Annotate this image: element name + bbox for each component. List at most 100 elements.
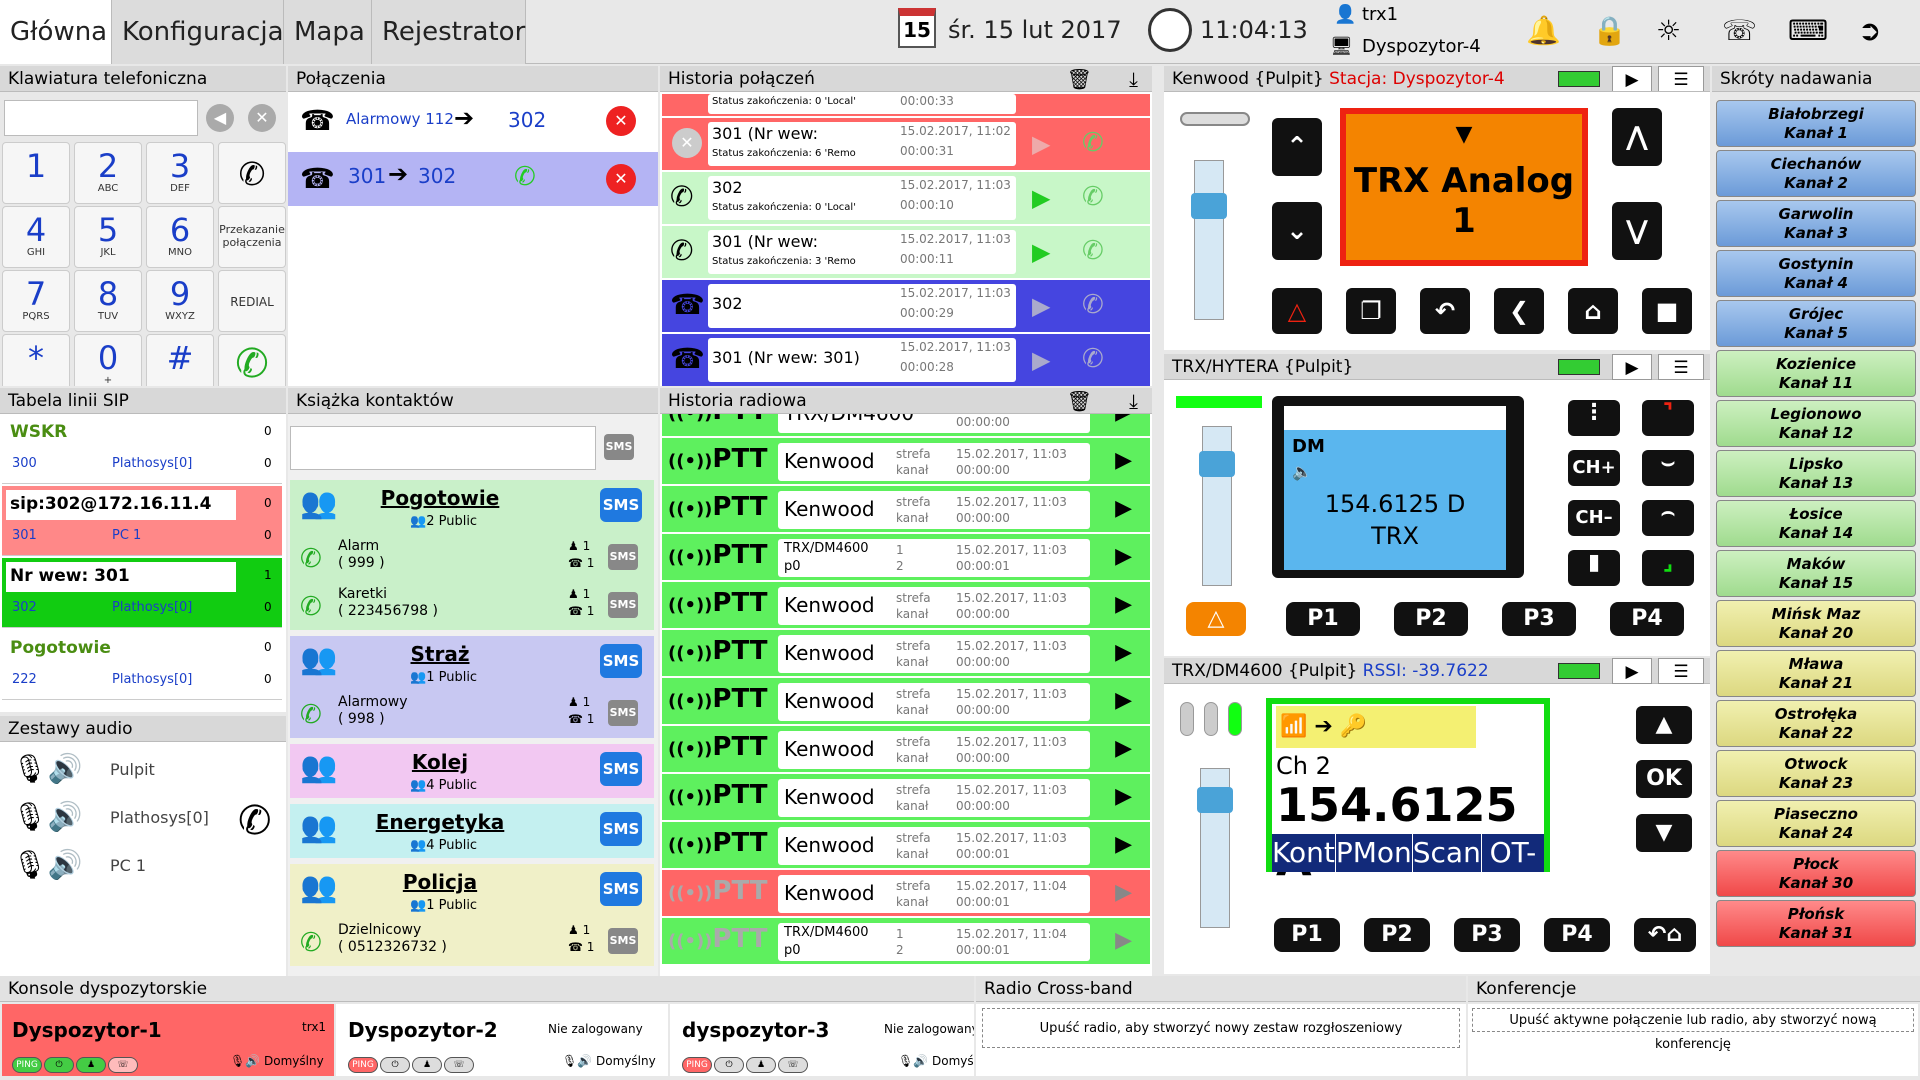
shortcut-button[interactable]: Maków Kanał 15 [1716,550,1916,597]
p1-button[interactable]: P1 [1274,918,1340,952]
key-0[interactable]: 0 + [74,334,142,386]
redial-button[interactable]: REDIAL [218,270,286,332]
hangup-icon[interactable]: ☏ [778,1057,808,1073]
clear-icon[interactable]: ✕ [248,104,276,132]
radio-history-row[interactable]: ((•))PTT Kenwood strefa kanał 15.02.2017, 11… [662,486,1150,532]
shortcut-button[interactable]: Otwock Kanał 23 [1716,750,1916,797]
lock-icon[interactable]: 🔒 [1592,14,1627,47]
emergency-icon[interactable]: △ [1186,602,1246,636]
hytera-down-button[interactable]: ⌢ [1642,500,1694,536]
call-history-row[interactable]: Status zakończenia: 0 'Local' 00:00:33 [662,94,1150,116]
play-icon[interactable]: ▶ [1032,238,1050,266]
volume-slider-handle[interactable] [1197,787,1233,813]
play-icon[interactable]: ▶ [1032,130,1050,158]
call-row[interactable]: ☎ Alarmowy 112 ➔ 302 ✕ [288,96,658,146]
download-icon[interactable]: ⤓ [1129,388,1138,414]
sms-button[interactable]: SMS [600,752,642,786]
play-icon[interactable]: ▶ [1612,66,1652,91]
softkey-kont[interactable]: Kont [1272,834,1336,872]
call-button[interactable]: ✆ [218,334,286,386]
person-icon[interactable]: ♟ [746,1057,776,1073]
person-icon[interactable]: ♟ [412,1057,442,1073]
call-contact-icon[interactable]: ✆ [300,544,322,574]
sms-button[interactable]: SMS [600,644,642,678]
contact-search-input[interactable] [290,426,596,470]
softkey-scan[interactable]: Scan [1413,834,1482,872]
radio-history-row[interactable]: ((•))PTT Kenwood strefa kanał 15.02.2017, 11… [662,726,1150,772]
callback-icon[interactable]: ✆ [1082,236,1104,266]
shortcut-button[interactable]: Płońsk Kanał 31 [1716,900,1916,947]
sms-button[interactable]: SMS [608,700,638,726]
p3-button[interactable]: P3 [1454,918,1520,952]
callback-icon[interactable]: ✆ [1082,344,1104,374]
p2-button[interactable]: P2 [1364,918,1430,952]
sms-button[interactable]: SMS [600,872,642,906]
contact-group[interactable]: 👥 Kolej 👥4 Public SMS [290,744,654,798]
hytera-option-button[interactable]: ⋮ [1568,400,1620,436]
download-icon[interactable]: ⤓ [1129,66,1138,92]
softkey-pmon[interactable]: PMon [1336,834,1413,872]
call-history-row[interactable]: ☎ 302 15.02.2017, 11:03 00:00:29 ▶ ✆ [662,280,1150,332]
shortcut-button[interactable]: Gostynin Kanał 4 [1716,250,1916,297]
handset-icon[interactable]: ✆ [238,798,272,844]
volume-slider[interactable] [1191,160,1227,320]
dm4600-up-button[interactable]: ▲ [1636,706,1692,744]
shortcut-button[interactable]: Piaseczno Kanał 24 [1716,800,1916,847]
call-contact-icon[interactable]: ✆ [300,928,322,958]
key-7[interactable]: 7 PQRS [2,270,70,332]
shortcut-button[interactable]: Garwolin Kanał 3 [1716,200,1916,247]
shortcut-button[interactable]: Białobrzegi Kanał 1 [1716,100,1916,147]
shortcut-button[interactable]: Mińsk Maz Kanał 20 [1716,600,1916,647]
play-icon[interactable]: ▶ [1115,448,1132,473]
logout-icon[interactable]: ➲ [1858,14,1881,47]
contact-group[interactable]: 👥 Policja 👥1 Public SMS ✆ Dzielnicowy( 051232… [290,864,654,966]
contact-group[interactable]: 👥 Pogotowie 👥2 Public SMS ✆ Alarm( 999 ) ♟ 1 ☎ … [290,480,654,630]
radio-history-row[interactable]: ((•))PTT Kenwood strefa kanał 15.02.2017, 11… [662,822,1150,868]
key-2[interactable]: 2 ABC [74,142,142,204]
radio-history-row[interactable]: ((•))PTT Kenwood strefa kanał 15.02.2017, 11… [662,438,1150,484]
menu-icon[interactable]: ☰ [1658,354,1704,380]
hangup-icon[interactable]: ☏ [108,1057,138,1073]
tab-mapa[interactable]: Mapa [284,0,372,64]
dm4600-ok-button[interactable]: OK [1636,760,1692,798]
play-icon[interactable]: ▶ [1032,292,1050,320]
keyboard-icon[interactable]: ⌨ [1788,14,1828,47]
accept-call-icon[interactable]: ⌟ [1642,550,1694,586]
menu-icon[interactable]: ☰ [1658,66,1704,91]
trash-icon[interactable]: 🗑 [1067,388,1092,414]
radio-history-row[interactable]: ((•))PTT Kenwood strefa kanał 15.02.2017, 11… [662,870,1150,916]
home-button[interactable]: ⌂ [1568,288,1618,334]
shortcut-button[interactable]: Kozienice Kanał 11 [1716,350,1916,397]
person-icon[interactable]: ♟ [76,1057,106,1073]
ping-button[interactable]: PING [348,1057,378,1073]
play-icon[interactable]: ▶ [1115,544,1132,569]
radio-history-row[interactable]: ((•))PTT Kenwood strefa kanał 15.02.2017, 11… [662,630,1150,676]
radio-history-row[interactable]: ((•))PTT Kenwood strefa kanał 15.02.2017, 11… [662,774,1150,820]
radio-history-row[interactable]: ((•))PTT Kenwood strefa kanał 15.02.2017, 11… [662,678,1150,724]
hold-call-button[interactable]: ✆ [218,142,286,204]
console-card[interactable]: Dyspozytor-2 Nie zalogowany PING ⏻ ♟ ☏ 🎙🔊 D… [336,1004,668,1076]
ch-up-button[interactable]: CH+ [1568,450,1620,486]
home-back-button[interactable]: ↶⌂ [1634,918,1696,952]
key-1[interactable]: 1 [2,142,70,204]
ping-button[interactable]: PING [682,1057,712,1073]
contact-group[interactable]: 👥 Straż 👥1 Public SMS ✆ Alarmowy( 998 ) ♟ 1 ☎ 1… [290,636,654,738]
call-contact-icon[interactable]: ✆ [300,592,322,622]
call-contact-icon[interactable]: ✆ [300,700,322,730]
phonebook-icon[interactable]: ☏ [1722,14,1757,47]
zone-down-button[interactable]: ⋁ [1612,202,1662,260]
radio-history-row[interactable]: ((•))PTT TRX/DM4600 p0 1 2 15.02.2017, 11:03 0… [662,534,1150,580]
crossband-drop-zone[interactable]: Upuść radio, aby stworzyć nowy zestaw ro… [982,1008,1460,1048]
softkey-ot1[interactable]: OT-1 [1482,834,1544,907]
radio-history-row[interactable]: ((•))PTT TRX/DM4600200:00:00 ▶ [662,414,1150,436]
down-button[interactable]: ⌄ [1272,202,1322,260]
play-icon[interactable]: ▶ [1612,658,1652,684]
sms-button[interactable]: SMS [600,812,642,846]
play-icon[interactable]: ▶ [1612,354,1652,380]
callback-icon[interactable]: ✆ [1082,290,1104,320]
p2-button[interactable]: P2 [1394,602,1468,636]
sms-button[interactable]: SMS [608,544,638,570]
tab-konfiguracja[interactable]: Konfiguracja [112,0,284,64]
end-call-icon[interactable]: ⌝ [1642,400,1694,436]
console-card[interactable]: Dyspozytor-1 trx1 PING ⏻ ♟ ☏ 🎙🔊 Domyślny [2,1004,334,1076]
